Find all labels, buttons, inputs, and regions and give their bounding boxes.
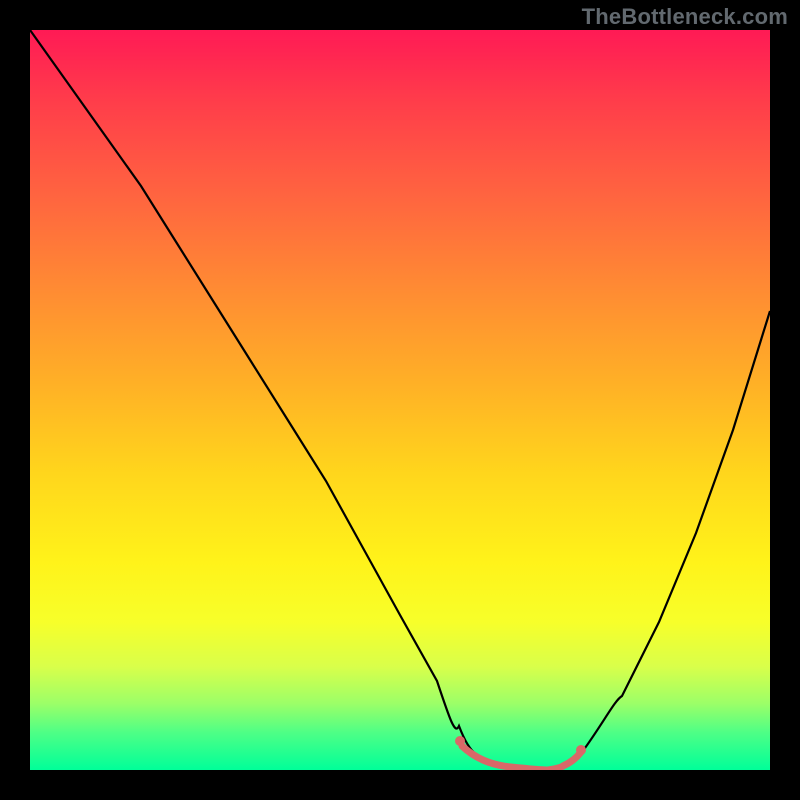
watermark-text: TheBottleneck.com (582, 4, 788, 30)
plot-area (30, 30, 770, 770)
accent-dot-right (576, 745, 586, 755)
curve-layer (30, 30, 770, 770)
accent-valley (462, 746, 581, 770)
chart-stage: TheBottleneck.com (0, 0, 800, 800)
bottleneck-curve (30, 30, 770, 770)
